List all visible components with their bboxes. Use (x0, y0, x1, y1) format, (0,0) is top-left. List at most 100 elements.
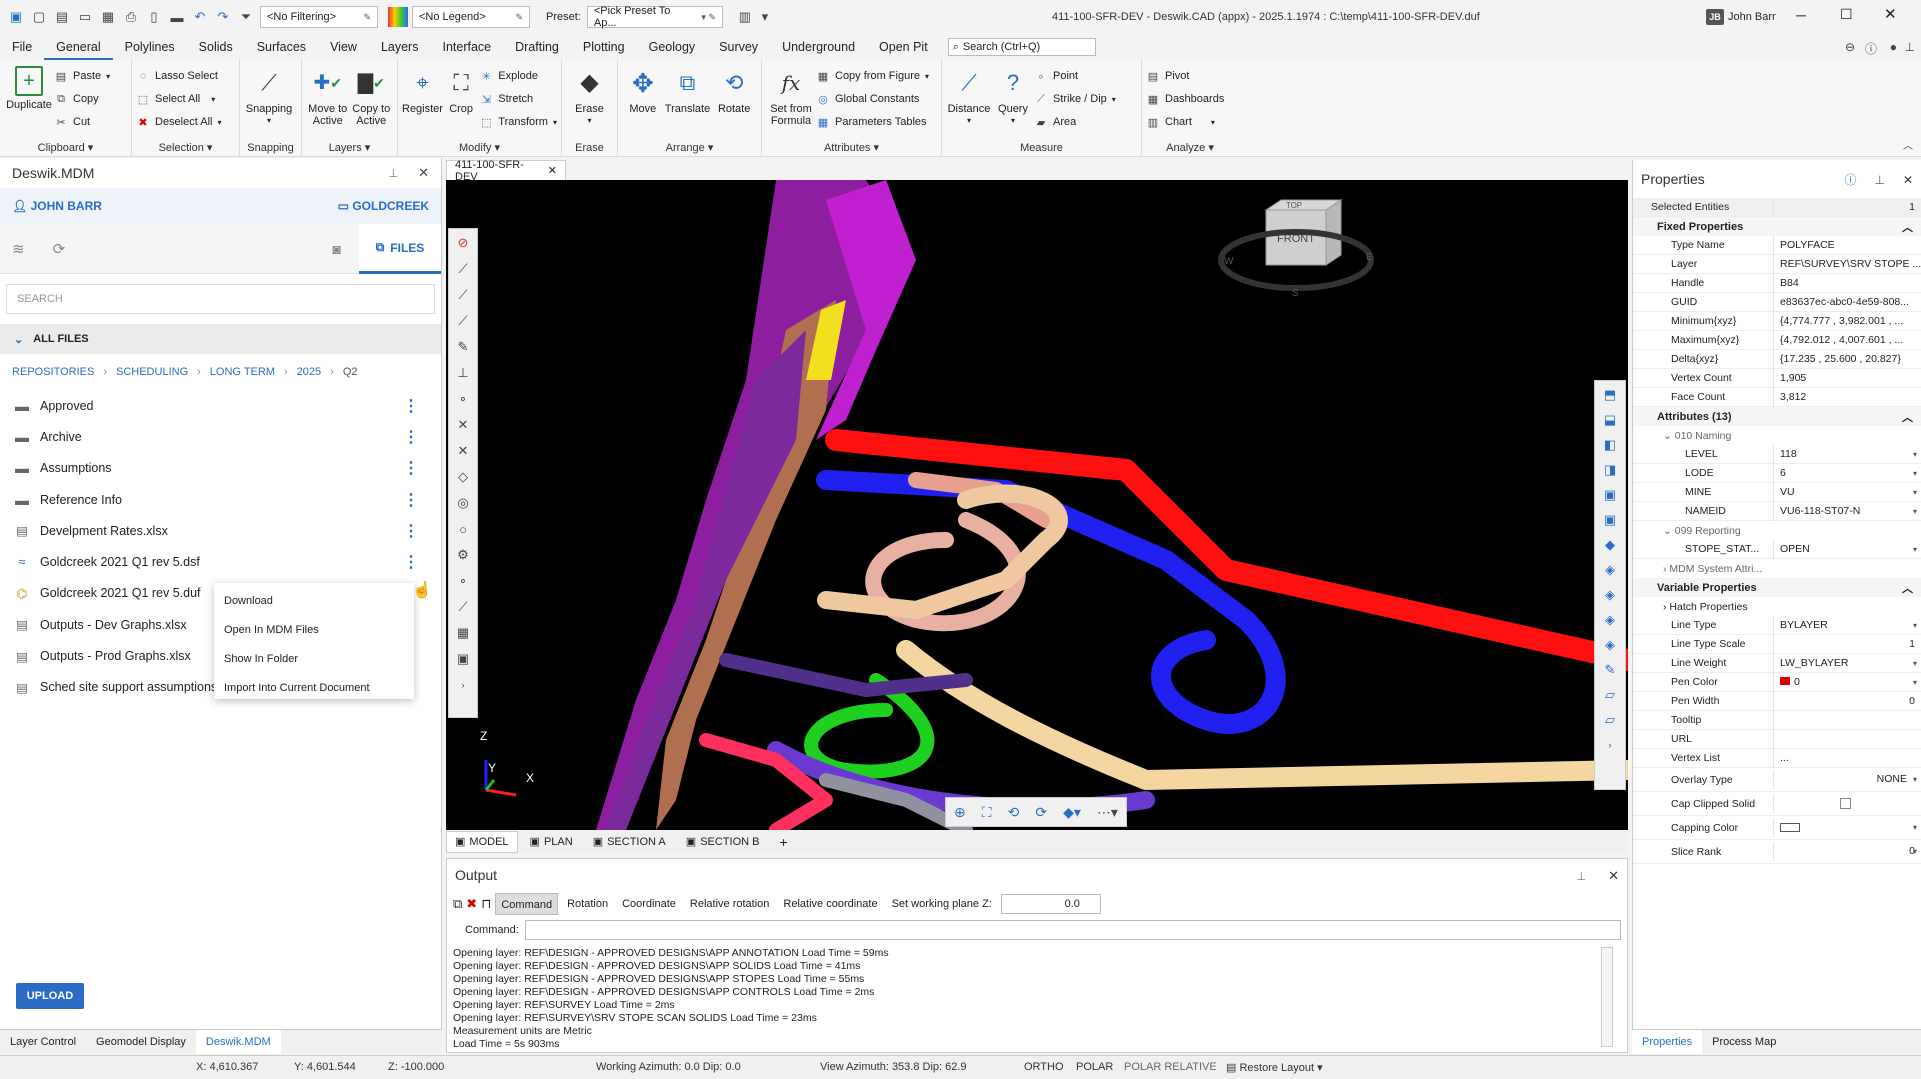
property-value[interactable]: e83637ec-abc0-4e59-808... (1773, 292, 1921, 312)
mdm-group[interactable]: › MDM System Attri... (1633, 559, 1921, 578)
tab-drafting[interactable]: Drafting (503, 34, 571, 60)
tab-open-pit[interactable]: Open Pit (867, 34, 940, 60)
menu-item-open-in-mdm[interactable]: Open In MDM Files (214, 616, 414, 645)
restore-layout-button[interactable]: ▤ Restore Layout ▾ (1226, 1061, 1323, 1074)
working-plane-input[interactable]: 0.0 (1000, 894, 1101, 914)
property-row[interactable]: MINE VU ▾ (1633, 482, 1921, 502)
cancel-icon[interactable]: ⊘ (453, 233, 473, 253)
chevron-down-icon[interactable]: ▾ (1913, 770, 1917, 789)
property-value[interactable]: 0 (1773, 691, 1921, 711)
line-icon[interactable]: ⟋ (453, 285, 473, 305)
more-options-icon[interactable]: ⋮ (403, 427, 419, 447)
view-back-icon[interactable]: ▣ (1600, 510, 1620, 530)
property-value[interactable]: 3,812 (1773, 387, 1921, 407)
preset-select[interactable]: <Pick Preset To Ap... ▾ ✎ (586, 5, 723, 29)
tab-geology[interactable]: Geology (637, 34, 708, 60)
property-row[interactable]: Maximum{xyz} {4,792.012 , 4,007.601 , ... (1633, 330, 1921, 350)
point-button[interactable]: ∘ Point (1034, 66, 1116, 86)
more-icon[interactable]: › (453, 675, 473, 695)
command-input[interactable] (524, 920, 1621, 940)
property-row[interactable]: LODE 6 ▾ (1633, 463, 1921, 483)
variable-properties-section[interactable]: Variable Properties ︿ (1633, 578, 1921, 597)
property-value[interactable]: B84 (1773, 273, 1921, 293)
pencil-icon[interactable]: ✎ (453, 337, 473, 357)
paste-button[interactable]: ▤ Paste ▾ (54, 66, 110, 86)
segment-icon[interactable]: ⟋ (453, 311, 473, 331)
list-item[interactable]: ▬ Assumptions ⋮ (0, 453, 441, 484)
maximize-icon[interactable]: ☐ (1840, 6, 1853, 23)
more-icon[interactable]: ⋯▾ (1097, 804, 1118, 821)
camera-icon[interactable]: ◙ (333, 241, 341, 257)
property-row[interactable]: Cap Clipped Solid (1633, 792, 1921, 816)
open-icon[interactable]: ▤ (52, 7, 72, 27)
chevron-down-icon[interactable]: ▾ (1913, 842, 1917, 861)
rotate-view-icon[interactable]: ⟳ (1035, 804, 1047, 821)
property-row[interactable]: Layer REF\SURVEY\SRV STOPE ... (1633, 254, 1921, 274)
view-iso3-icon[interactable]: ◈ (1600, 585, 1620, 605)
render-mode-icon[interactable]: ◆▾ (1063, 804, 1081, 821)
tab-plan[interactable]: ▣ PLAN (522, 831, 581, 853)
intersect-icon[interactable]: ✕ (453, 415, 473, 435)
ortho-toggle[interactable]: ORTHO (1024, 1061, 1064, 1073)
property-row[interactable]: Slice Rank 0 ▾ (1633, 840, 1921, 864)
property-row[interactable]: GUID e83637ec-abc0-4e59-808... (1633, 292, 1921, 312)
tab-section-a[interactable]: ▣ SECTION A (585, 831, 674, 853)
more-options-icon[interactable]: ⋮ (403, 490, 419, 510)
property-row[interactable]: LEVEL 118 ▾ (1633, 444, 1921, 464)
property-row[interactable]: Vertex List... (1633, 748, 1921, 768)
view-iso2-icon[interactable]: ◈ (1600, 560, 1620, 580)
tab-interface[interactable]: Interface (430, 34, 503, 60)
tab-layer-control[interactable]: Layer Control (0, 1030, 86, 1054)
view-iso4-icon[interactable]: ◈ (1600, 610, 1620, 630)
parameters-tables-button[interactable]: ▦ Parameters Tables (816, 112, 929, 132)
view-bottom-icon[interactable]: ⬓ (1600, 410, 1620, 430)
save-icon[interactable]: ▦ (98, 7, 118, 27)
pin-icon[interactable]: ⊥ (389, 167, 399, 180)
menu-item-download[interactable]: Download (214, 587, 414, 616)
area-button[interactable]: ▰ Area (1034, 112, 1116, 132)
site-link[interactable]: ▭ GOLDCREEK (338, 199, 429, 213)
view-iso5-icon[interactable]: ◈ (1600, 635, 1620, 655)
chevron-down-icon[interactable]: ▾ (1913, 673, 1917, 692)
tab-process-map[interactable]: Process Map (1702, 1030, 1786, 1054)
chevron-down-icon[interactable]: ▾ (1913, 464, 1917, 483)
redo-icon[interactable]: ↷ (213, 7, 233, 27)
user-link[interactable]: 👤︎ JOHN BARR (12, 199, 102, 213)
property-row[interactable]: STOPE_STAT... OPEN ▾ (1633, 539, 1921, 559)
zoom-extents-icon[interactable]: ⟲ (1008, 804, 1020, 821)
property-row[interactable]: Type Name POLYFACE (1633, 235, 1921, 255)
tab-section-b[interactable]: ▣ SECTION B (678, 831, 768, 853)
chevron-down-icon[interactable]: ▾ (1913, 540, 1917, 559)
all-files-header[interactable]: ⌄ ALL FILES (0, 324, 441, 354)
minimize-icon[interactable]: ─ (1796, 7, 1806, 23)
attributes-section[interactable]: Attributes (13) ︿ (1633, 407, 1921, 426)
property-value[interactable]: {4,774.777 , 3,982.001 , ... (1773, 311, 1921, 331)
explode-button[interactable]: ✳ Explode (479, 66, 557, 86)
blank-icon[interactable]: ▭ (75, 7, 95, 27)
property-value[interactable]: LW_BYLAYER ▾ (1773, 653, 1921, 673)
chevron-down-icon[interactable]: ▾ ✎ (701, 12, 716, 23)
draw-icon[interactable]: ✎ (1600, 660, 1620, 680)
ribbon-search[interactable]: ⌕ Search (Ctrl+Q) (947, 38, 1096, 56)
circle-icon[interactable]: ○ (453, 519, 473, 539)
tab-properties[interactable]: Properties (1632, 1029, 1703, 1054)
breadcrumb-q2[interactable]: Q2 (343, 366, 358, 378)
folder-icon[interactable]: ▬ (167, 7, 187, 27)
view-right-icon[interactable]: ◨ (1600, 460, 1620, 480)
close-icon[interactable]: ✕ (1903, 173, 1913, 187)
chevron-down-icon[interactable]: ▾ (1913, 483, 1917, 502)
node-icon[interactable]: ∘ (453, 571, 473, 591)
naming-group[interactable]: ⌄ 010 Naming (1633, 426, 1921, 445)
user-name[interactable]: John Barr (1728, 11, 1776, 23)
list-item[interactable]: ▬ Approved ⋮ (0, 390, 441, 421)
undo-icon[interactable]: ↶ (190, 7, 210, 27)
tab-file[interactable]: File (0, 34, 44, 60)
property-value[interactable] (1773, 710, 1921, 730)
property-row[interactable]: Pen Width 0 (1633, 691, 1921, 711)
tangent-icon[interactable]: ◎ (453, 493, 473, 513)
property-value[interactable] (1773, 729, 1921, 749)
close-icon[interactable]: ✕ (418, 165, 429, 181)
breadcrumb-long-term[interactable]: LONG TERM (210, 366, 275, 378)
filter-select[interactable]: <No Filtering> ✎ (260, 6, 378, 28)
deselect-all-button[interactable]: ✖ Deselect All ▾ (136, 112, 221, 132)
